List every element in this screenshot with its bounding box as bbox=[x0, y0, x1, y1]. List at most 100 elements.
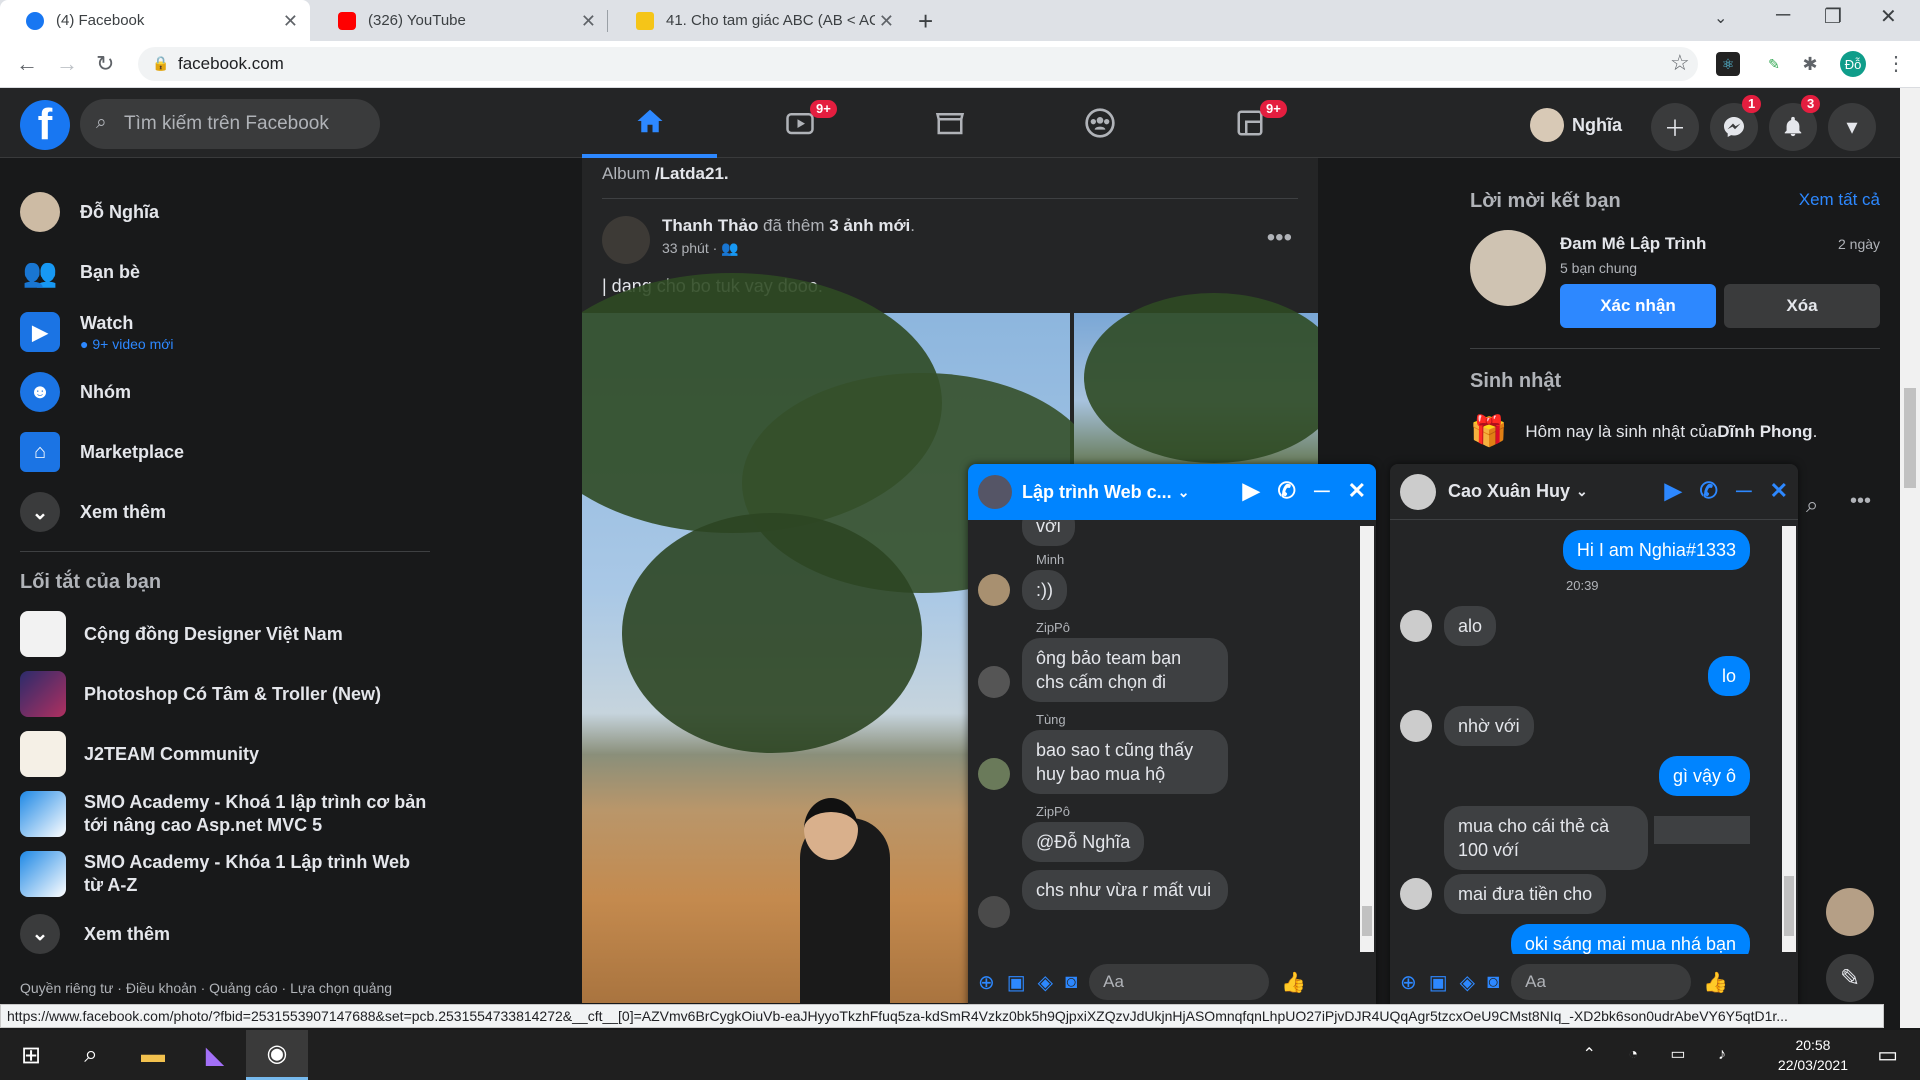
shortcut-item[interactable]: SMO Academy - Khóa 1 Lập trình Web từ A-… bbox=[10, 844, 440, 904]
react-devtools-icon[interactable]: ⚛ bbox=[1716, 52, 1740, 76]
close-icon[interactable]: ✕ bbox=[874, 11, 894, 32]
like-icon[interactable]: 👍 bbox=[1281, 970, 1306, 995]
minimize-button[interactable]: ─ bbox=[1776, 4, 1790, 27]
gif-icon[interactable]: ◙ bbox=[1487, 971, 1499, 994]
profile-avatar[interactable]: Đỗ bbox=[1840, 51, 1866, 77]
plus-circle-icon[interactable]: ⊕ bbox=[978, 970, 995, 995]
sidebar-item-see-more[interactable]: ⌄ Xem thêm bbox=[10, 482, 440, 542]
facebook-logo-icon[interactable]: f bbox=[20, 100, 70, 150]
video-call-icon[interactable]: ▶ bbox=[1665, 478, 1682, 504]
more-options-icon[interactable]: ••• bbox=[1267, 224, 1292, 252]
search-input[interactable]: ⌕ Tìm kiếm trên Facebook bbox=[80, 99, 380, 149]
minimize-icon[interactable]: ─ bbox=[1736, 478, 1752, 504]
tab-search-icon[interactable]: ⌄ bbox=[1714, 8, 1727, 28]
sidebar-item-marketplace[interactable]: ⌂ Marketplace bbox=[10, 422, 440, 482]
profile-chip[interactable]: Nghĩa bbox=[1530, 105, 1622, 145]
sidebar-item-profile[interactable]: Đỗ Nghĩa bbox=[10, 182, 440, 242]
birthday-item[interactable]: 🎁 Hôm nay là sinh nhật của Dĩnh Phong. bbox=[1470, 414, 1817, 449]
account-menu-button[interactable]: ▾ bbox=[1828, 103, 1876, 151]
windows-start-icon[interactable]: ⊞ bbox=[0, 1030, 62, 1080]
chrome-icon[interactable]: ◉ bbox=[246, 1030, 308, 1080]
facebook-header: f ⌕ Tìm kiếm trên Facebook 9+ 9+ Nghĩa ＋… bbox=[0, 88, 1920, 158]
system-clock[interactable]: 20:58 22/03/2021 bbox=[1778, 1035, 1848, 1075]
file-explorer-icon[interactable]: ▬ bbox=[122, 1030, 184, 1080]
phone-icon[interactable]: ✆ bbox=[1278, 478, 1296, 504]
eyedropper-extension-icon[interactable]: ✎ bbox=[1762, 52, 1786, 76]
contact-bubble-avatar[interactable] bbox=[1826, 888, 1874, 936]
extensions-puzzle-icon[interactable]: ✱ bbox=[1798, 52, 1822, 76]
message-sender: ZipPô bbox=[1036, 804, 1070, 819]
back-arrow-icon[interactable]: ← bbox=[16, 51, 38, 77]
like-icon[interactable]: 👍 bbox=[1703, 970, 1728, 995]
chevron-down-icon[interactable]: ⌄ bbox=[1178, 484, 1190, 501]
close-icon[interactable]: ✕ bbox=[1348, 478, 1366, 504]
close-icon[interactable]: ✕ bbox=[1770, 478, 1788, 504]
nav-watch-tab[interactable]: 9+ bbox=[732, 88, 867, 158]
minimize-icon[interactable]: ─ bbox=[1314, 478, 1330, 504]
window-close-button[interactable]: ✕ bbox=[1880, 4, 1897, 29]
shortcuts-see-more[interactable]: ⌄ Xem thêm bbox=[10, 904, 440, 964]
chat-header[interactable]: Lập trình Web c... ⌄ ▶ ✆ ─ ✕ bbox=[968, 464, 1376, 520]
maximize-button[interactable]: ❐ bbox=[1824, 4, 1842, 29]
image-icon[interactable]: ▣ bbox=[1429, 970, 1448, 995]
forward-arrow-icon[interactable]: → bbox=[56, 51, 78, 77]
address-bar[interactable]: 🔒 facebook.com bbox=[138, 47, 1698, 81]
sidebar-item-groups[interactable]: ☻ Nhóm bbox=[10, 362, 440, 422]
contacts-search-icon[interactable]: ⌕ bbox=[1806, 492, 1818, 518]
visual-studio-icon[interactable]: ◣ bbox=[184, 1030, 246, 1080]
sidebar-item-watch[interactable]: ▶ Watch ● 9+ video mới bbox=[10, 302, 440, 362]
tab-facebook[interactable]: (4) Facebook ✕ bbox=[0, 0, 310, 41]
shortcut-item[interactable]: Cộng đồng Designer Việt Nam bbox=[10, 604, 440, 664]
sticker-icon[interactable]: ◈ bbox=[1038, 970, 1053, 995]
request-name[interactable]: Đam Mê Lập Trình bbox=[1560, 234, 1706, 254]
create-button[interactable]: ＋ bbox=[1651, 103, 1699, 151]
nav-marketplace-tab[interactable] bbox=[882, 88, 1017, 158]
shortcut-item[interactable]: J2TEAM Community bbox=[10, 724, 440, 784]
page-scrollbar[interactable] bbox=[1900, 88, 1920, 1028]
chat-scrollbar[interactable] bbox=[1782, 526, 1796, 952]
post-time[interactable]: 33 phút · 👥 bbox=[662, 240, 915, 257]
system-tray-icons[interactable]: ⌃ ◔ ▭ ♪ bbox=[1582, 1044, 1740, 1064]
tab-youtube[interactable]: (326) YouTube ✕ bbox=[312, 0, 608, 41]
confirm-button[interactable]: Xác nhận bbox=[1560, 284, 1716, 328]
reload-icon[interactable]: ↻ bbox=[96, 51, 114, 77]
see-all-link[interactable]: Xem tất cả bbox=[1799, 190, 1880, 210]
nav-groups-tab[interactable] bbox=[1032, 88, 1167, 158]
avatar[interactable] bbox=[602, 216, 650, 264]
close-icon[interactable]: ✕ bbox=[283, 11, 298, 32]
delete-button[interactable]: Xóa bbox=[1724, 284, 1880, 328]
tab-math[interactable]: 41. Cho tam giác ABC (AB < AC) ✕ bbox=[610, 0, 906, 41]
right-panel: Lời mời kết bạn Xem tất cả Đam Mê Lập Tr… bbox=[1470, 182, 1880, 517]
sidebar-item-friends[interactable]: 👥 Bạn bè bbox=[10, 242, 440, 302]
new-tab-button[interactable]: + bbox=[918, 6, 933, 37]
chat-scrollbar[interactable] bbox=[1360, 526, 1374, 952]
shortcut-item[interactable]: SMO Academy - Khoá 1 lập trình cơ bản tớ… bbox=[10, 784, 440, 844]
avatar[interactable] bbox=[1470, 230, 1546, 306]
gif-icon[interactable]: ◙ bbox=[1065, 971, 1077, 994]
phone-icon[interactable]: ✆ bbox=[1700, 478, 1718, 504]
messenger-button[interactable]: 1 bbox=[1710, 95, 1762, 151]
plus-circle-icon[interactable]: ⊕ bbox=[1400, 970, 1417, 995]
post-photo[interactable] bbox=[1074, 293, 1318, 473]
notifications-button[interactable]: 3 bbox=[1769, 95, 1821, 151]
chevron-down-icon[interactable]: ⌄ bbox=[1576, 483, 1588, 500]
new-message-icon[interactable]: ✎ bbox=[1826, 954, 1874, 1002]
notification-center-icon[interactable]: ▭ bbox=[1877, 1042, 1898, 1068]
bookmark-star-icon[interactable]: ☆ bbox=[1670, 50, 1690, 76]
contacts-more-icon[interactable]: ••• bbox=[1850, 490, 1871, 513]
nav-home-tab[interactable] bbox=[582, 88, 717, 158]
message-input[interactable]: Aa bbox=[1089, 964, 1270, 1000]
sticker-icon[interactable]: ◈ bbox=[1460, 970, 1475, 995]
video-call-icon[interactable]: ▶ bbox=[1243, 478, 1260, 504]
close-icon[interactable]: ✕ bbox=[581, 11, 596, 32]
shortcut-item[interactable]: Photoshop Có Tâm & Troller (New) bbox=[10, 664, 440, 724]
footer-links[interactable]: Quyền riêng tư · Điều khoản · Quảng cáo … bbox=[20, 980, 392, 996]
chrome-menu-icon[interactable]: ⋮ bbox=[1886, 51, 1906, 76]
post-author[interactable]: Thanh Thảo bbox=[662, 216, 758, 235]
nav-gaming-tab[interactable]: 9+ bbox=[1182, 88, 1317, 158]
chat-header[interactable]: Cao Xuân Huy ⌄ ▶ ✆ ─ ✕ bbox=[1390, 464, 1798, 520]
search-icon[interactable]: ⌕ bbox=[60, 1030, 122, 1080]
album-line[interactable]: Album /Latda21. bbox=[602, 164, 729, 184]
image-icon[interactable]: ▣ bbox=[1007, 970, 1026, 995]
message-input[interactable]: Aa bbox=[1511, 964, 1692, 1000]
